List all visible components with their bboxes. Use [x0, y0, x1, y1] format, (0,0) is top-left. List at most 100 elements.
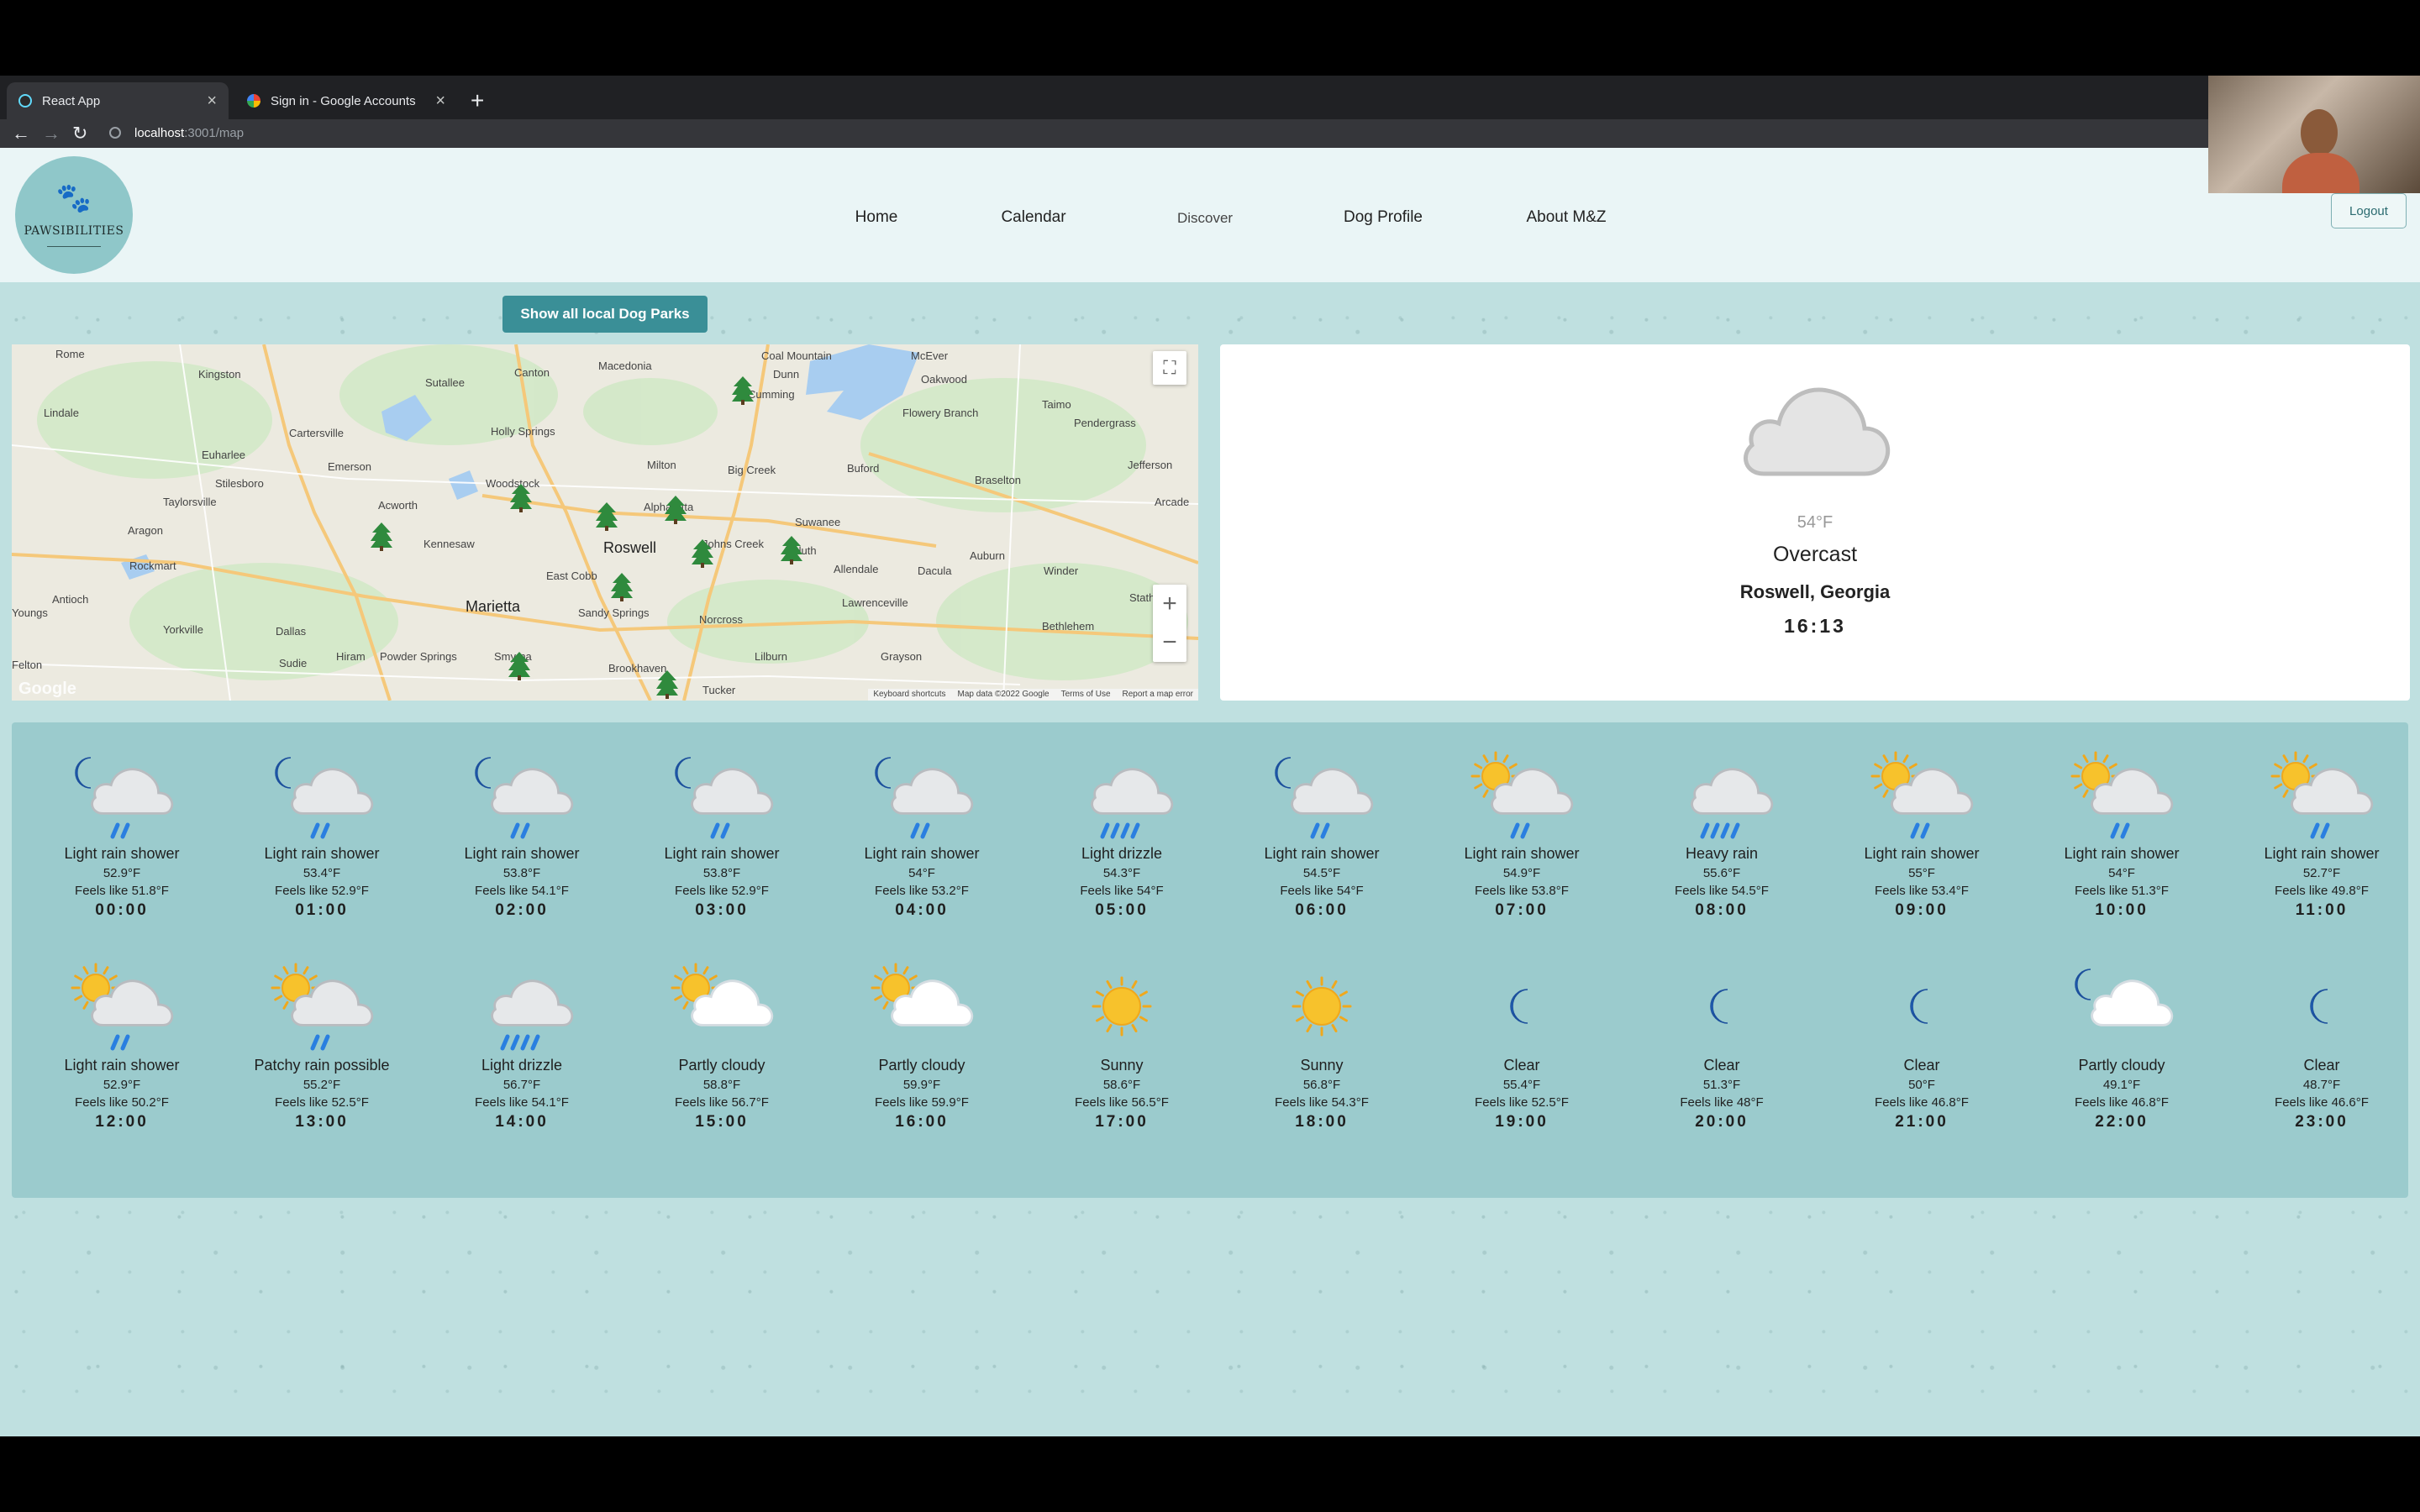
- forecast-temperature: 53.8°F: [502, 866, 541, 880]
- url-path: :3001/map: [184, 126, 245, 140]
- map-town-label: Milton: [647, 459, 676, 471]
- moon-cloud-rain-icon: [475, 757, 574, 839]
- forecast-temperature: 53.4°F: [302, 866, 341, 880]
- forecast-time: 05:00: [1095, 901, 1149, 919]
- sun-cloud-rain-icon: [71, 963, 174, 1051]
- map-town-label: Allendale: [834, 563, 879, 575]
- forecast-condition: Sunny: [1300, 1057, 1344, 1074]
- show-dog-parks-button[interactable]: Show all local Dog Parks: [502, 296, 708, 333]
- park-tree-marker-icon[interactable]: [510, 484, 532, 512]
- park-tree-marker-icon[interactable]: [665, 496, 687, 524]
- forecast-time: 04:00: [895, 901, 949, 919]
- dog-park-map[interactable]: Rome Kingston Sutallee Canton Macedonia Dunn C…: [12, 344, 1198, 701]
- google-logo: Google: [18, 680, 76, 698]
- forecast-time: 17:00: [1095, 1113, 1149, 1131]
- close-icon[interactable]: ×: [207, 92, 217, 111]
- forecast-time: 07:00: [1495, 901, 1549, 919]
- nav-dog-profile[interactable]: Dog Profile: [1344, 208, 1423, 227]
- map-town-label: Antioch: [52, 593, 89, 606]
- forecast-time: 10:00: [2095, 901, 2149, 919]
- current-time: 16:13: [1784, 615, 1846, 637]
- new-tab-button[interactable]: +: [471, 84, 484, 118]
- forecast-feels-like: Feels like 51.3°F: [2075, 884, 2169, 898]
- zoom-out-button[interactable]: −: [1153, 623, 1186, 662]
- forecast-temperature: 58.8°F: [702, 1078, 741, 1092]
- nav-calendar[interactable]: Calendar: [1001, 208, 1065, 227]
- hourly-forecast-item: Sunny 58.6°F Feels like 56.5°F 17:00: [1022, 956, 1222, 1131]
- forecast-temperature: 52.9°F: [103, 1078, 141, 1092]
- map-town-label: Taimo: [1042, 398, 1071, 411]
- forecast-condition: Light rain shower: [264, 845, 380, 862]
- forward-arrow-icon[interactable]: →: [42, 119, 60, 148]
- forecast-feels-like: Feels like 56.5°F: [1075, 1095, 1169, 1110]
- forecast-time: 18:00: [1295, 1113, 1349, 1131]
- back-arrow-icon[interactable]: ←: [12, 119, 30, 148]
- hourly-forecast-item: Patchy rain possible 55.2°F Feels like 52.…: [222, 956, 422, 1131]
- reload-icon[interactable]: ↻: [72, 119, 87, 148]
- page: 🐾 PAWSIBILITIES Home Calendar Discover D…: [0, 148, 2420, 1436]
- hourly-forecast-item: Clear 55.4°F Feels like 52.5°F 19:00: [1422, 956, 1622, 1131]
- nav-about[interactable]: About M&Z: [1526, 208, 1606, 227]
- overcast-cloud-icon: [1743, 387, 1891, 476]
- map-town-label: Emerson: [328, 460, 372, 473]
- map-town-label: Jefferson: [1128, 459, 1173, 471]
- map-data-attribution: Map data ©2022 Google: [957, 690, 1050, 699]
- forecast-feels-like: Feels like 53.8°F: [1475, 884, 1569, 898]
- nav-discover[interactable]: Discover: [1177, 210, 1233, 227]
- url-field[interactable]: localhost:3001/map: [134, 119, 244, 148]
- forecast-feels-like: Feels like 52.9°F: [275, 884, 369, 898]
- close-icon[interactable]: ×: [435, 92, 445, 111]
- forecast-feels-like: Feels like 51.8°F: [75, 884, 169, 898]
- map-town-label: Felton: [12, 659, 43, 671]
- fullscreen-icon[interactable]: ⛶: [1153, 351, 1186, 385]
- forecast-feels-like: Feels like 53.2°F: [875, 884, 969, 898]
- forecast-time: 02:00: [495, 901, 549, 919]
- forecast-temperature: 55.6°F: [1702, 866, 1741, 880]
- keyboard-shortcuts-link[interactable]: Keyboard shortcuts: [873, 689, 945, 701]
- park-tree-marker-icon[interactable]: [611, 573, 633, 601]
- forecast-time: 21:00: [1895, 1113, 1949, 1131]
- forecast-condition: Partly cloudy: [2078, 1057, 2165, 1074]
- tab-google-sign-in[interactable]: Sign in - Google Accounts ×: [235, 82, 457, 119]
- forecast-temperature: 52.7°F: [2302, 866, 2341, 880]
- hourly-forecast-item: Light rain shower 54°F Feels like 53.2°F 04…: [822, 744, 1022, 920]
- zoom-in-button[interactable]: +: [1153, 585, 1186, 623]
- forecast-time: 23:00: [2295, 1113, 2349, 1131]
- nav-home[interactable]: Home: [855, 208, 898, 227]
- forecast-condition: Light rain shower: [1264, 845, 1380, 862]
- hourly-forecast-item: Light rain shower 54°F Feels like 51.3°F 10…: [2022, 744, 2222, 920]
- map-town-label: Flowery Branch: [902, 407, 979, 419]
- park-tree-marker-icon[interactable]: [692, 539, 713, 568]
- tab-react-app[interactable]: React App ×: [7, 82, 229, 119]
- terms-link[interactable]: Terms of Use: [1061, 689, 1111, 701]
- park-tree-marker-icon[interactable]: [508, 652, 530, 680]
- park-tree-marker-icon[interactable]: [781, 536, 802, 564]
- forecast-condition: Light rain shower: [664, 845, 780, 862]
- map-town-label: Bethlehem: [1042, 620, 1095, 633]
- forecast-condition: Light rain shower: [464, 845, 580, 862]
- forecast-time: 19:00: [1495, 1113, 1549, 1131]
- pawsibilities-logo[interactable]: 🐾 PAWSIBILITIES: [15, 156, 133, 274]
- sun-cloud-icon: [671, 963, 774, 1026]
- logout-button[interactable]: Logout: [2331, 193, 2407, 228]
- site-info-icon[interactable]: [109, 127, 121, 139]
- park-tree-marker-icon[interactable]: [371, 522, 392, 551]
- hourly-forecast-panel: Light rain shower 52.9°F Feels like 51.8°F…: [12, 722, 2408, 1198]
- map-town-label: Yorkville: [163, 623, 203, 636]
- moon-icon: [1710, 989, 1728, 1024]
- forecast-temperature: 54°F: [908, 866, 935, 880]
- map-town-label: Macedonia: [598, 360, 652, 372]
- map-town-label: Marietta: [466, 598, 521, 615]
- sun-cloud-rain-icon: [2070, 751, 2174, 839]
- forecast-condition: Light rain shower: [1864, 845, 1980, 862]
- forecast-time: 08:00: [1695, 901, 1749, 919]
- park-tree-marker-icon[interactable]: [732, 376, 754, 405]
- map-town-label: Oakwood: [921, 373, 967, 386]
- hourly-forecast-item: Light rain shower 54.5°F Feels like 54°F 06…: [1222, 744, 1422, 920]
- report-error-link[interactable]: Report a map error: [1123, 689, 1193, 701]
- park-tree-marker-icon[interactable]: [656, 670, 678, 699]
- zoom-controls: + −: [1153, 585, 1186, 662]
- forecast-condition: Light rain shower: [64, 845, 180, 862]
- park-tree-marker-icon[interactable]: [596, 502, 618, 531]
- map-town-label: Winder: [1044, 564, 1079, 577]
